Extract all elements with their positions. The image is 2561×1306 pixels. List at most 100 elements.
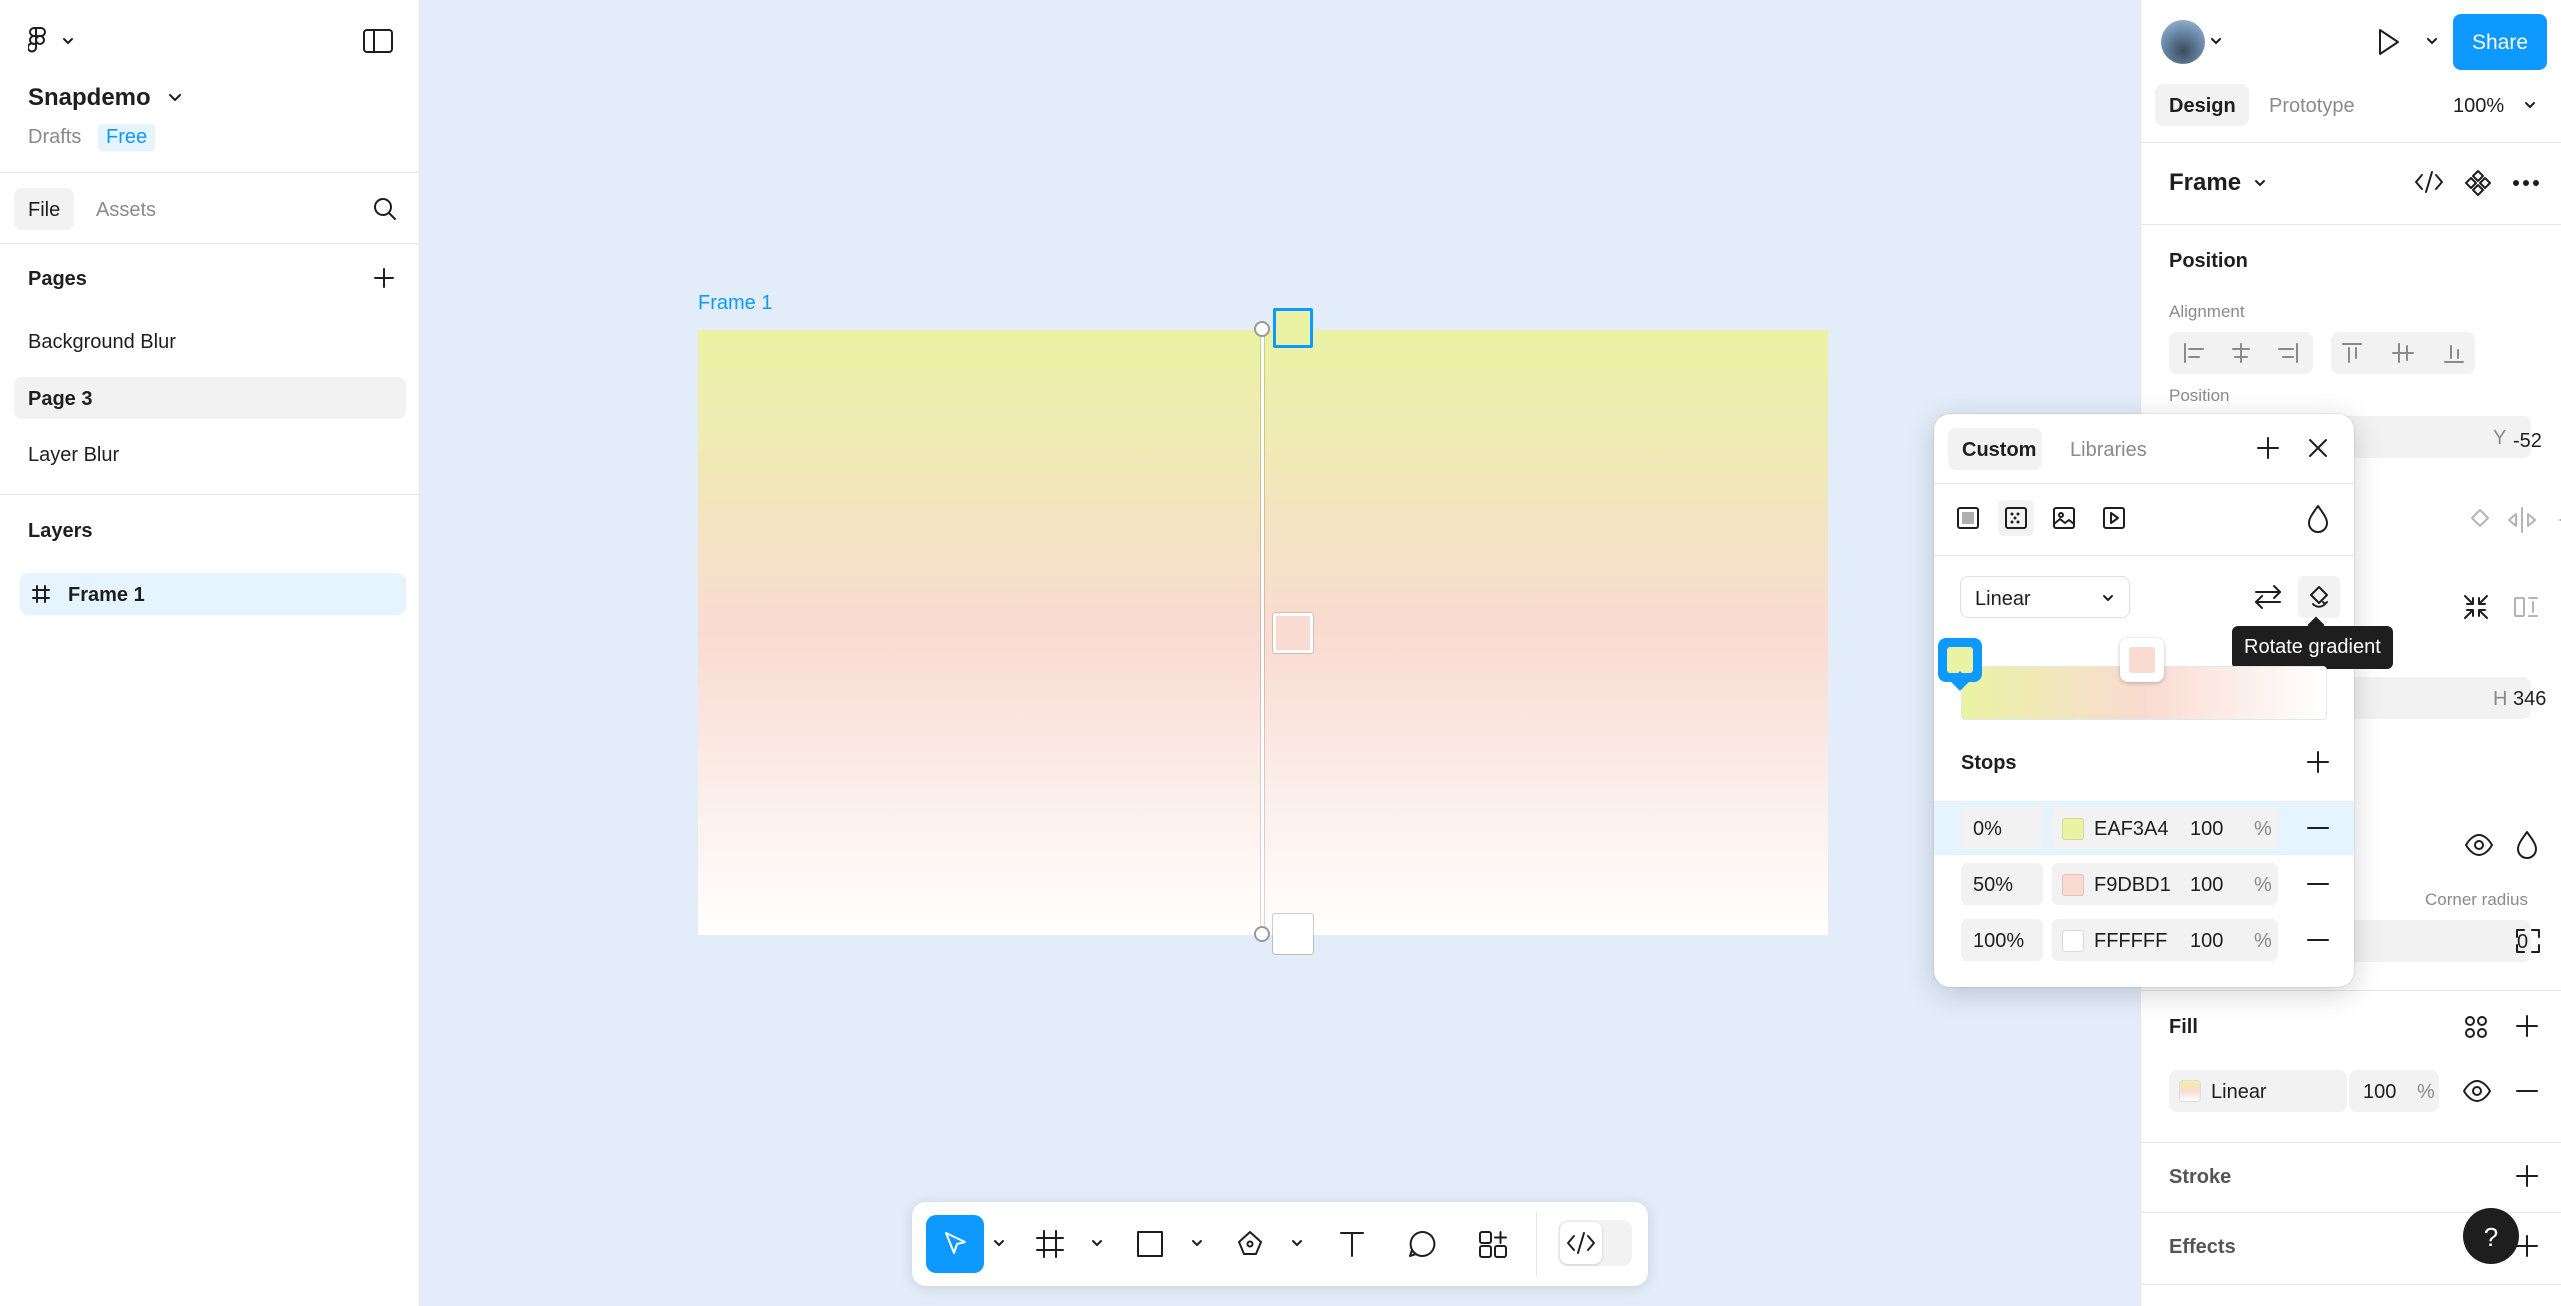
add-fill-icon[interactable] [2513, 1012, 2541, 1040]
chevron-down-icon[interactable] [1090, 1236, 1104, 1250]
page-item[interactable]: Layer Blur [14, 433, 406, 475]
chevron-down-icon[interactable] [166, 90, 184, 106]
tab-custom[interactable]: Custom [1948, 428, 2042, 470]
gradient-end-handle[interactable] [1254, 926, 1270, 942]
tab-file[interactable]: File [14, 188, 74, 230]
remove-stop-icon[interactable] [2304, 870, 2332, 898]
figma-logo-icon [28, 27, 73, 53]
image-fill-icon[interactable] [2050, 504, 2078, 532]
rotate-flip-icons[interactable] [2466, 502, 2561, 538]
zoom-level[interactable]: 100% [2453, 95, 2504, 118]
project-location[interactable]: Drafts [28, 126, 81, 149]
stop-position-field[interactable]: 100% [1961, 919, 2043, 961]
close-icon[interactable] [2304, 434, 2332, 462]
gradient-stop-handle[interactable] [2120, 638, 2164, 682]
stop-position-field[interactable]: 0% [1961, 807, 2043, 849]
gradient-stop-marker[interactable] [1273, 613, 1313, 653]
color-picker-popup: Custom Libraries Linear Rotate gradient … [1934, 414, 2393, 987]
gradient-type-select[interactable]: Linear [1960, 576, 2130, 618]
y-position-field[interactable]: Y [2331, 416, 2531, 458]
text-tool-icon[interactable] [1336, 1228, 1368, 1260]
dev-mode-toggle[interactable] [1558, 1220, 1632, 1266]
gradient-stop-marker[interactable] [1273, 308, 1313, 348]
y-value[interactable]: -52 [2513, 430, 2542, 453]
share-button[interactable]: Share [2453, 14, 2547, 70]
selection-type[interactable]: Frame [2169, 169, 2241, 197]
move-tool-button[interactable] [926, 1215, 984, 1273]
gradient-fill-icon [2005, 507, 2027, 529]
flip-gradient-icon[interactable] [2252, 582, 2284, 612]
remove-stop-icon[interactable] [2304, 814, 2332, 842]
blend-icon[interactable] [2513, 828, 2541, 860]
code-icon[interactable] [2413, 168, 2445, 196]
add-page-icon[interactable] [370, 264, 398, 292]
align-vertical-icons[interactable] [2331, 332, 2475, 374]
page-item-selected[interactable]: Page 3 [14, 377, 406, 419]
frame-label[interactable]: Frame 1 [698, 292, 772, 315]
play-icon[interactable] [2373, 26, 2403, 58]
avatar[interactable] [2161, 20, 2205, 64]
alignment-label: Alignment [2169, 302, 2245, 321]
rectangle-tool-icon[interactable] [1134, 1228, 1166, 1260]
tab-libraries[interactable]: Libraries [2070, 439, 2147, 462]
remove-stop-icon[interactable] [2304, 926, 2332, 954]
chevron-down-icon[interactable] [1290, 1236, 1304, 1250]
corner-radius-field[interactable] [2331, 920, 2531, 962]
align-horizontal-icons[interactable] [2169, 332, 2313, 374]
fill-opacity-field[interactable]: 100 % [2349, 1070, 2439, 1112]
stop-color-field[interactable]: EAF3A4 100 % [2052, 807, 2278, 849]
add-style-icon[interactable] [2254, 434, 2282, 462]
aspect-ratio-icon[interactable] [2511, 686, 2541, 716]
tab-design[interactable]: Design [2155, 84, 2249, 126]
horizontal-alignment-group [2169, 332, 2313, 374]
rotate-gradient-button[interactable] [2298, 576, 2340, 618]
tab-prototype[interactable]: Prototype [2269, 95, 2355, 118]
component-icon[interactable] [2463, 168, 2493, 198]
stop-color-field[interactable]: F9DBD1 100 % [2052, 863, 2278, 905]
divider [1934, 483, 2354, 484]
actions-tool-icon[interactable] [1476, 1228, 1510, 1262]
gradient-fill-button[interactable] [1998, 500, 2034, 536]
pen-tool-icon[interactable] [1234, 1228, 1266, 1260]
stop-position-field[interactable]: 50% [1961, 863, 2043, 905]
gradient-stop-marker[interactable] [1273, 914, 1313, 954]
independent-corners-icon[interactable] [2513, 926, 2543, 956]
tab-assets[interactable]: Assets [96, 199, 156, 222]
add-stop-icon[interactable] [2304, 748, 2332, 776]
eye-icon[interactable] [2461, 1076, 2493, 1106]
project-name[interactable]: Snapdemo [28, 84, 151, 112]
height-field[interactable]: H [2331, 677, 2531, 719]
layer-item[interactable]: Frame 1 [20, 573, 406, 615]
toggle-sidebar-button[interactable] [362, 28, 394, 54]
help-button[interactable]: ? [2463, 1208, 2519, 1264]
chevron-down-icon[interactable] [2209, 34, 2223, 48]
y-label: Y [2493, 427, 2507, 449]
divider [2141, 1284, 2561, 1285]
frame-tool-icon[interactable] [1034, 1228, 1066, 1260]
chevron-down-icon[interactable] [1190, 1236, 1204, 1250]
gradient-handle-line[interactable] [1261, 329, 1264, 936]
comment-tool-icon[interactable] [1406, 1228, 1438, 1260]
chevron-down-icon[interactable] [2523, 98, 2537, 112]
gradient-start-handle[interactable] [1254, 321, 1270, 337]
search-icon[interactable] [370, 194, 400, 224]
remove-fill-icon[interactable] [2513, 1078, 2541, 1104]
add-stroke-icon[interactable] [2513, 1162, 2541, 1190]
main-menu-button[interactable] [28, 26, 82, 56]
more-icon[interactable] [2511, 170, 2541, 196]
layout-icon[interactable] [2511, 592, 2541, 622]
chevron-down-icon[interactable] [992, 1236, 1006, 1250]
blend-mode-icon[interactable] [2304, 502, 2332, 534]
stop-color-field[interactable]: FFFFFF 100 % [2052, 919, 2278, 961]
collapse-icon[interactable] [2461, 592, 2491, 622]
chevron-down-icon[interactable] [2425, 34, 2439, 48]
gradient-stop-handle-selected[interactable] [1938, 638, 1982, 691]
video-fill-icon[interactable] [2100, 504, 2128, 532]
page-item[interactable]: Background Blur [14, 320, 406, 362]
styles-icon[interactable] [2461, 1012, 2491, 1042]
solid-fill-icon[interactable] [1954, 504, 1982, 532]
bottom-toolbar [912, 1202, 1648, 1286]
eye-icon[interactable] [2463, 830, 2495, 860]
fill-type-field[interactable]: Linear [2169, 1070, 2347, 1112]
chevron-down-icon[interactable] [2253, 176, 2267, 190]
